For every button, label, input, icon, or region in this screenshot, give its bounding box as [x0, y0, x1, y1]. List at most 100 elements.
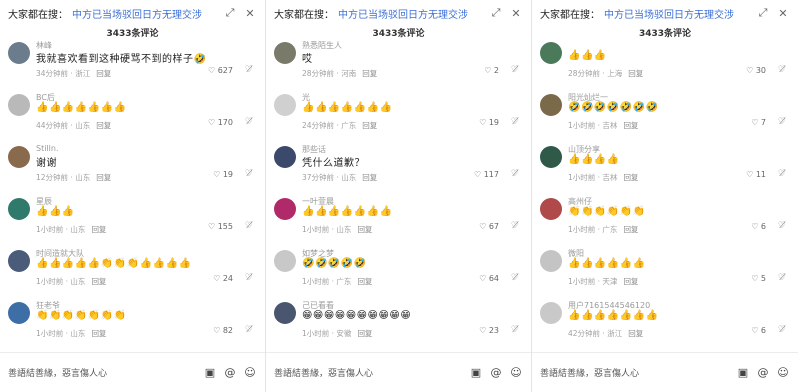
avatar[interactable] [274, 302, 296, 324]
reply-button[interactable]: 回复 [91, 329, 106, 338]
comment-item[interactable]: 星辰 👍👍👍 1小时前 · 山东 回复 ♡ 155 ♡̸ [0, 194, 265, 246]
avatar[interactable] [8, 94, 30, 116]
comment-item[interactable]: 山顶分享 👍👍👍👍 1小时前 · 吉林 回复 ♡ 11 ♡̸ [532, 142, 798, 194]
comment-item[interactable]: Stilln. 谢谢 12分钟前 · 山东 回复 ♡ 19 ♡̸ [0, 142, 265, 194]
mention-icon[interactable]: @ [489, 366, 503, 380]
comment-item[interactable]: 时间造就大队 👍👍👍👍👍👏👏👏👍👍👍👍 1小时前 · 山东 回复 ♡ 24 ♡̸ [0, 246, 265, 298]
avatar[interactable] [8, 42, 30, 64]
comment-item[interactable]: 高州仔 👏👏👏👏👏👏 1小时前 · 广东 回复 ♡ 6 ♡̸ [532, 194, 798, 246]
dislike-button[interactable]: ♡̸ [245, 325, 253, 335]
like-button[interactable]: ♡ 7 [751, 118, 766, 127]
expand-icon[interactable]: ⤢ [223, 6, 237, 20]
comment-username[interactable]: Stilln. [36, 144, 59, 153]
reply-button[interactable]: 回复 [91, 277, 106, 286]
comment-item[interactable]: 光 👍👍👍👍👍👍👍 24分钟前 · 广东 回复 ♡ 19 ♡̸ [266, 90, 531, 142]
like-button[interactable]: ♡ 5 [751, 274, 766, 283]
like-button[interactable]: ♡ 11 [746, 170, 766, 179]
dislike-button[interactable]: ♡̸ [511, 221, 519, 231]
avatar[interactable] [8, 146, 30, 168]
reply-button[interactable]: 回复 [623, 121, 638, 130]
comment-item[interactable]: 👍👍👍 28分钟前 · 上海 回复 ♡ 30 ♡̸ [532, 38, 798, 90]
reply-button[interactable]: 回复 [628, 329, 643, 338]
dislike-button[interactable]: ♡̸ [511, 169, 519, 179]
reply-button[interactable]: 回复 [362, 69, 377, 78]
like-button[interactable]: ♡ 2 [484, 66, 499, 75]
dislike-button[interactable]: ♡̸ [778, 117, 786, 127]
comment-list[interactable]: 👍👍👍 28分钟前 · 上海 回复 ♡ 30 ♡̸ 阳光灿烂一 🤣🤣🤣🤣🤣🤣🤣 1… [532, 38, 798, 352]
dislike-button[interactable]: ♡̸ [778, 169, 786, 179]
search-suggestion-bar[interactable]: 大家都在搜： 中方已当场驳回日方无理交涉 ⤢ ✕ [532, 0, 798, 26]
like-button[interactable]: ♡ 170 [208, 118, 233, 127]
comment-input[interactable]: 善語結善緣，惡言傷人心 [8, 366, 197, 379]
comment-item[interactable]: 己已看看 😁😁😁😁😁😁😁😁😁😁 1小时前 · 安徽 回复 ♡ 23 ♡̸ [266, 298, 531, 350]
reply-button[interactable]: 回复 [623, 173, 638, 182]
trending-topic-link[interactable]: 中方已当场驳回日方无理交涉 [604, 6, 750, 21]
comment-item[interactable]: 那些话 凭什么道歉？ 37分钟前 · 山东 回复 ♡ 117 ♡̸ [266, 142, 531, 194]
like-button[interactable]: ♡ 23 [479, 326, 499, 335]
like-button[interactable]: ♡ 19 [213, 170, 233, 179]
avatar[interactable] [540, 302, 562, 324]
comment-item[interactable]: BC后 👍👍👍👍👍👍👍 44分钟前 · 山东 回复 ♡ 170 ♡̸ [0, 90, 265, 142]
avatar[interactable] [8, 302, 30, 324]
dislike-button[interactable]: ♡̸ [778, 273, 786, 283]
mention-icon[interactable]: @ [223, 366, 237, 380]
trending-topic-link[interactable]: 中方已当场驳回日方无理交涉 [72, 6, 217, 21]
comment-item[interactable]: 用户7161544546120 👍👍👍👍👍👍👍 42分钟前 · 浙江 回复 ♡ 6… [532, 298, 798, 350]
like-button[interactable]: ♡ 24 [213, 274, 233, 283]
reply-button[interactable]: 回复 [362, 173, 377, 182]
like-button[interactable]: ♡ 627 [208, 66, 233, 75]
reply-button[interactable]: 回复 [628, 69, 643, 78]
comment-input-bar[interactable]: 善語結善緣，惡言傷人心 ▣ @ ☺ [0, 352, 265, 392]
emoji-icon[interactable]: ☺ [776, 366, 790, 380]
comment-item[interactable]: 如梦之梦 🤣🤣🤣🤣🤣 1小时前 · 广东 回复 ♡ 64 ♡̸ [266, 246, 531, 298]
comment-list[interactable]: 熟悉陌生人 哎 28分钟前 · 河南 回复 ♡ 2 ♡̸ 光 👍👍👍👍👍👍👍 24… [266, 38, 531, 352]
reply-button[interactable]: 回复 [357, 277, 372, 286]
image-icon[interactable]: ▣ [469, 366, 483, 380]
avatar[interactable] [274, 146, 296, 168]
emoji-icon[interactable]: ☺ [243, 366, 257, 380]
dislike-button[interactable]: ♡̸ [778, 325, 786, 335]
avatar[interactable] [8, 198, 30, 220]
close-icon[interactable]: ✕ [243, 6, 257, 20]
avatar[interactable] [274, 42, 296, 64]
dislike-button[interactable]: ♡̸ [511, 273, 519, 283]
avatar[interactable] [274, 250, 296, 272]
emoji-icon[interactable]: ☺ [509, 366, 523, 380]
like-button[interactable]: ♡ 19 [479, 118, 499, 127]
trending-topic-link[interactable]: 中方已当场驳回日方无理交涉 [338, 6, 483, 21]
avatar[interactable] [540, 198, 562, 220]
expand-icon[interactable]: ⤢ [489, 6, 503, 20]
comment-input-bar[interactable]: 善語結善緣，惡言傷人心 ▣ @ ☺ [266, 352, 531, 392]
comment-input-bar[interactable]: 善語結善緣，惡言傷人心 ▣ @ ☺ [532, 352, 798, 392]
reply-button[interactable]: 回复 [357, 329, 372, 338]
avatar[interactable] [540, 146, 562, 168]
like-button[interactable]: ♡ 6 [751, 222, 766, 231]
search-suggestion-bar[interactable]: 大家都在搜： 中方已当场驳回日方无理交涉 ⤢ ✕ [266, 0, 531, 26]
like-button[interactable]: ♡ 117 [474, 170, 499, 179]
reply-button[interactable]: 回复 [623, 277, 638, 286]
reply-button[interactable]: 回复 [96, 173, 111, 182]
like-button[interactable]: ♡ 67 [479, 222, 499, 231]
expand-icon[interactable]: ⤢ [756, 6, 770, 20]
avatar[interactable] [274, 94, 296, 116]
comment-item[interactable]: 林峰 我就喜欢看到这种硬骂不到的样子🤣 34分钟前 · 浙江 回复 ♡ 627 ♡… [0, 38, 265, 90]
image-icon[interactable]: ▣ [203, 366, 217, 380]
reply-button[interactable]: 回复 [623, 225, 638, 234]
dislike-button[interactable]: ♡̸ [245, 117, 253, 127]
dislike-button[interactable]: ♡̸ [511, 65, 519, 75]
comment-input[interactable]: 善語結善緣，惡言傷人心 [540, 366, 730, 379]
dislike-button[interactable]: ♡̸ [245, 273, 253, 283]
image-icon[interactable]: ▣ [736, 366, 750, 380]
avatar[interactable] [540, 250, 562, 272]
reply-button[interactable]: 回复 [362, 121, 377, 130]
dislike-button[interactable]: ♡̸ [245, 65, 253, 75]
reply-button[interactable]: 回复 [96, 69, 111, 78]
like-button[interactable]: ♡ 64 [479, 274, 499, 283]
comment-item[interactable]: 微阳 👍👍👍👍👍👍 1小时前 · 天津 回复 ♡ 5 ♡̸ [532, 246, 798, 298]
like-button[interactable]: ♡ 6 [751, 326, 766, 335]
like-button[interactable]: ♡ 30 [746, 66, 766, 75]
close-icon[interactable]: ✕ [509, 6, 523, 20]
comment-item[interactable]: 狂老爷 👏👏👏👏👏👏👏 1小时前 · 山东 回复 ♡ 82 ♡̸ [0, 298, 265, 350]
avatar[interactable] [540, 42, 562, 64]
dislike-button[interactable]: ♡̸ [511, 117, 519, 127]
